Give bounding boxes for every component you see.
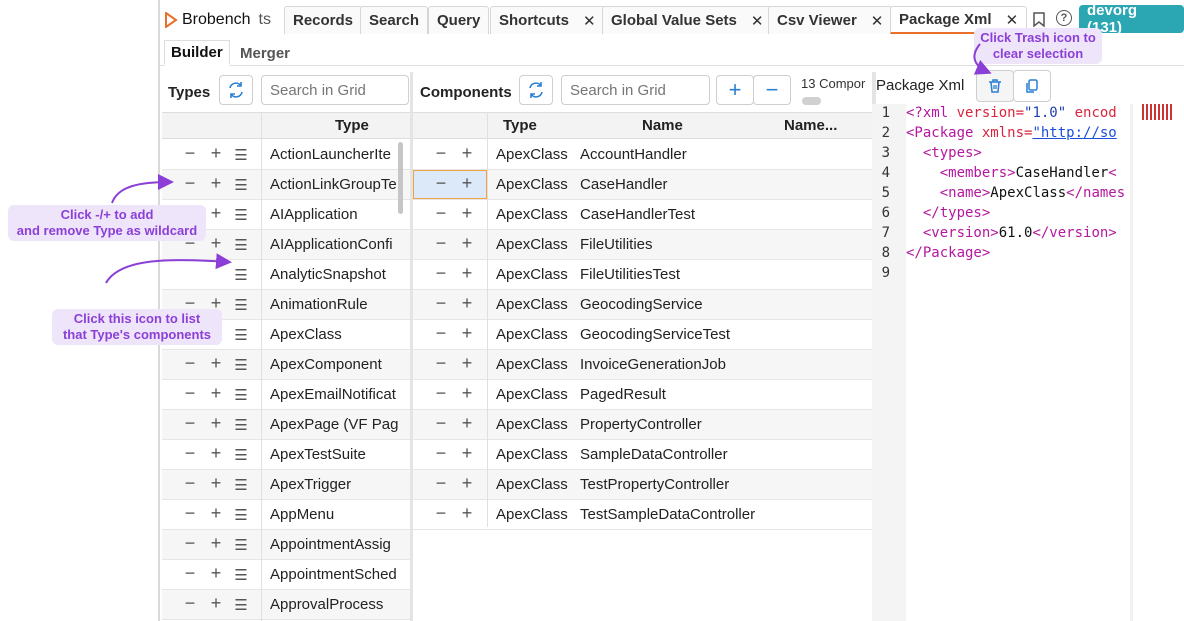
app-root: { "app": {"title": "Brobench", "title_su… <box>0 0 1184 621</box>
arrow-list <box>105 253 232 284</box>
arrow-trash <box>973 43 992 75</box>
arrow-wildcard <box>111 174 174 204</box>
callout-arrows <box>105 43 992 284</box>
